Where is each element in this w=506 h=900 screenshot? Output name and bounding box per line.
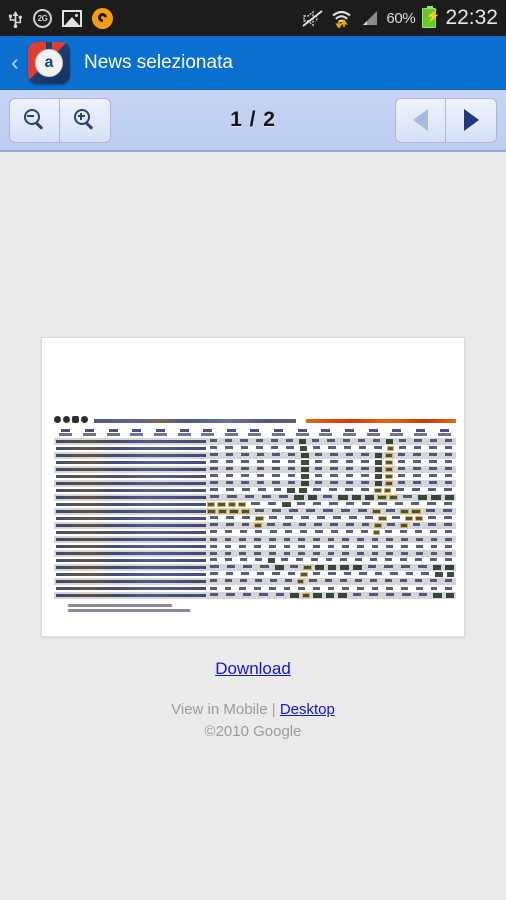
chevron-left-icon — [413, 109, 428, 131]
battery-charging-icon — [422, 6, 440, 28]
table-row — [54, 564, 456, 571]
document-header — [54, 416, 456, 427]
app-logo-dial: a — [35, 48, 63, 77]
zoom-out-button[interactable] — [9, 97, 60, 143]
document-headline — [94, 419, 296, 423]
table-row — [54, 585, 456, 592]
table-row — [54, 550, 456, 557]
copyright-label: ©2010 Google — [204, 722, 302, 740]
table-row — [54, 480, 456, 487]
app-logo-icon[interactable]: a — [28, 41, 70, 84]
document-column-headers — [54, 429, 456, 436]
gallery-image-icon — [62, 9, 82, 27]
app-bar: ‹ a News selezionata — [0, 36, 506, 90]
page-title: News selezionata — [84, 51, 233, 73]
page-footer: View in Mobile | Desktop ©2010 Google — [0, 699, 506, 743]
table-row — [54, 508, 456, 515]
viewer-toolbar: 1 / 2 — [0, 90, 506, 152]
table-row — [54, 529, 456, 536]
status-bar: 2G 60% 2 — [0, 0, 506, 36]
table-row — [54, 473, 456, 480]
network-2g-icon: 2G — [33, 8, 52, 28]
table-row — [54, 487, 456, 494]
zoom-out-icon — [23, 109, 46, 131]
status-bar-right-icons: 60% 22:32 — [302, 6, 498, 30]
sync-icon — [92, 7, 113, 29]
page-nav-group — [395, 97, 497, 143]
zoom-in-button[interactable] — [60, 97, 111, 143]
back-button[interactable]: ‹ — [4, 36, 26, 90]
clock-label: 22:32 — [445, 6, 498, 29]
table-row — [54, 466, 456, 473]
wifi-data-transfer-icon — [331, 9, 352, 28]
table-row — [54, 459, 456, 466]
table-row — [54, 438, 456, 445]
zoom-in-icon — [74, 109, 96, 131]
table-row — [54, 515, 456, 522]
previous-page-button[interactable] — [395, 97, 446, 143]
table-row — [54, 445, 456, 452]
battery-percent-label: 60% — [386, 9, 416, 27]
table-row — [54, 522, 456, 529]
status-bar-left-icons: 2G — [8, 7, 113, 29]
download-link[interactable]: Download — [215, 659, 291, 678]
document-table-rows — [54, 438, 456, 599]
zoom-button-group — [9, 97, 111, 143]
table-row — [54, 494, 456, 501]
download-action: Download — [0, 659, 506, 679]
table-row — [54, 557, 456, 564]
document-table — [54, 416, 456, 612]
table-row — [54, 452, 456, 459]
table-row — [54, 592, 456, 599]
table-row — [54, 571, 456, 578]
document-viewer-content: Download View in Mobile | Desktop ©2010 … — [0, 152, 506, 898]
app-logo-letter: a — [44, 53, 54, 71]
cellular-signal-icon — [359, 10, 379, 27]
document-logo-icon — [54, 416, 88, 423]
document-headline-secondary — [306, 419, 456, 423]
next-page-button[interactable] — [446, 97, 497, 143]
document-footnotes — [54, 604, 456, 612]
chevron-right-icon — [463, 109, 479, 131]
document-page-preview[interactable] — [41, 337, 465, 637]
table-row — [54, 536, 456, 543]
mute-vibrate-off-icon — [302, 9, 324, 28]
view-in-mobile-label: View in Mobile | — [171, 701, 280, 718]
table-row — [54, 501, 456, 508]
desktop-link[interactable]: Desktop — [280, 701, 335, 718]
table-row — [54, 543, 456, 550]
table-row — [54, 578, 456, 585]
footer-view-row: View in Mobile | Desktop — [0, 699, 506, 721]
usb-icon — [8, 8, 23, 28]
